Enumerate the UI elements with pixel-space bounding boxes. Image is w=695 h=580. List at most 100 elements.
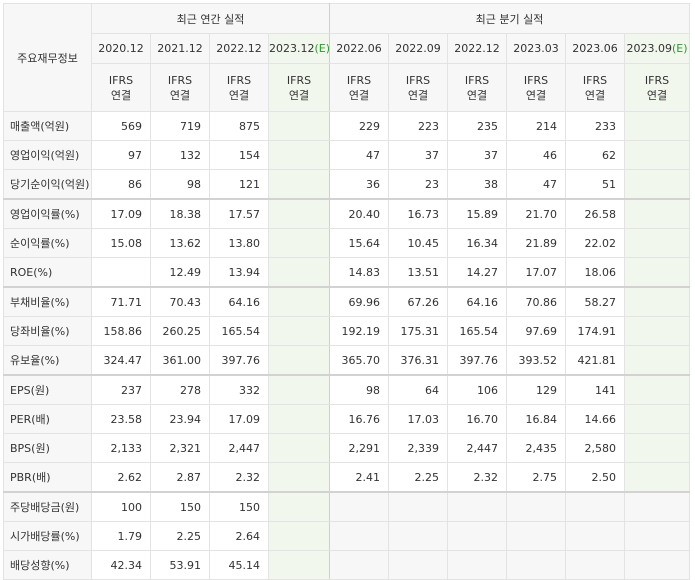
table-row: 주당배당금(원) 100 150 150 [3,491,691,522]
table-row: 배당성향(%) 42.34 53.91 45.14 [3,550,691,580]
quarter-value-cell: 15.64 [329,228,390,258]
quarter-value-cell: 36 [329,169,390,200]
annual-value-cell [267,550,331,580]
quarter-value-cell: 2.41 [329,462,390,493]
annual-value-cell: 2.62 [91,462,151,493]
quarter-value-cell [624,316,691,346]
accounting-standard-header: IFRS 연결 [150,63,210,112]
quarter-value-cell: 393.52 [506,345,567,376]
quarter-value-cell [565,521,626,551]
annual-value-cell: 12.49 [150,257,210,288]
annual-value-cell [267,228,331,258]
accounting-standard-header: IFRS 연결 [565,63,626,112]
annual-value-cell: 2,321 [150,433,210,463]
ifrs-label: IFRS [108,73,134,87]
annual-value-cell [267,462,331,493]
table-row: 매출액(억원) 569 719 875 229 223 235 214 233 [3,111,691,141]
quarter-value-cell: 62 [565,140,626,170]
quarter-value-cell: 14.27 [447,257,508,288]
header-period-row: 2020.12 2021.12 2022.12 2023.12(E) 2022.06 20… [4,33,691,64]
quarter-value-cell: 421.81 [565,345,626,376]
accounting-standard-header: IFRS 연결 [209,63,269,112]
quarter-value-cell: 129 [506,374,567,405]
accounting-standard-header: IFRS 연결 [91,63,151,112]
row-label: 매출액(억원) [3,111,92,141]
ifrs-label: IFRS [644,73,670,87]
table-row: EPS(원) 237 278 332 98 64 106 129 141 [3,374,691,405]
annual-value-cell: 361.00 [150,345,210,376]
row-label: 순이익률(%) [3,228,92,258]
quarter-value-cell [624,433,691,463]
quarter-value-cell: 64.16 [447,286,508,317]
annual-value-cell [267,433,331,463]
annual-value-cell [267,169,331,200]
quarter-value-cell: 2.25 [388,462,449,493]
annual-value-cell: 260.25 [150,316,210,346]
annual-value-cell: 278 [150,374,210,405]
ifrs-label: IFRS [286,73,312,87]
financial-summary-panel: 주요재무정보 최근 연간 실적 최근 분기 실적 2020.12 2021.12 2… [3,3,691,580]
quarter-value-cell: 70.86 [506,286,567,317]
quarter-value-cell: 18.06 [565,257,626,288]
quarter-value-cell: 17.07 [506,257,567,288]
quarter-value-cell: 165.54 [447,316,508,346]
annual-value-cell: 53.91 [150,550,210,580]
quarter-value-cell [624,198,691,229]
annual-value-cell: 324.47 [91,345,151,376]
quarter-value-cell: 21.89 [506,228,567,258]
row-label: 당기순이익(억원) [3,169,92,200]
quarter-value-cell [624,228,691,258]
period-header: 2022.09 [388,33,449,64]
annual-value-cell [267,374,331,405]
accounting-standard-header: IFRS 연결 [624,63,691,112]
financial-rows: 매출액(억원) 569 719 875 229 223 235 214 233 영업이익(억원) 9… [3,111,691,580]
quarter-value-cell: 14.83 [329,257,390,288]
quarter-value-cell [388,521,449,551]
ifrs-label: IFRS [405,73,431,87]
quarter-value-cell: 20.40 [329,198,390,229]
quarter-value-cell: 15.89 [447,198,508,229]
period-header: 2023.09(E) [624,33,691,64]
row-label: PBR(배) [3,462,92,493]
row-label: BPS(원) [3,433,92,463]
quarter-value-cell [624,374,691,405]
accounting-standard-header: IFRS 연결 [267,63,331,112]
quarter-value-cell: 2,580 [565,433,626,463]
ifrs-label: IFRS [582,73,608,87]
quarter-value-cell: 2,435 [506,433,567,463]
quarter-value-cell [624,286,691,317]
quarter-value-cell [447,491,508,522]
quarter-value-cell: 192.19 [329,316,390,346]
consolidated-label: 연결 [110,88,132,102]
quarter-value-cell [624,491,691,522]
table-row: ROE(%) 12.49 13.94 14.83 13.51 14.27 17.07 18.0… [3,257,691,288]
table-row: 유보율(%) 324.47 361.00 397.76 365.70 376.31 397.… [3,345,691,376]
annual-value-cell: 154 [209,140,269,170]
annual-value-cell: 2,447 [209,433,269,463]
accounting-standard-header: IFRS 연결 [329,63,390,112]
annual-value-cell: 719 [150,111,210,141]
quarter-value-cell: 397.76 [447,345,508,376]
quarter-value-cell: 235 [447,111,508,141]
table-row: PER(배) 23.58 23.94 17.09 16.76 17.03 16.70 16.8… [3,404,691,434]
quarter-value-cell: 2.50 [565,462,626,493]
quarter-value-cell: 37 [447,140,508,170]
quarter-value-cell: 175.31 [388,316,449,346]
quarter-value-cell: 376.31 [388,345,449,376]
quarter-value-cell: 16.34 [447,228,508,258]
annual-value-cell: 64.16 [209,286,269,317]
quarter-value-cell [506,550,567,580]
quarter-value-cell: 97.69 [506,316,567,346]
annual-value-cell: 13.94 [209,257,269,288]
accounting-standard-header: IFRS 연결 [506,63,567,112]
quarter-value-cell: 38 [447,169,508,200]
period-label: 2022.09 [395,42,441,55]
quarter-value-cell [624,140,691,170]
period-label: 2020.12 [98,42,144,55]
quarter-value-cell [565,491,626,522]
annual-value-cell: 45.14 [209,550,269,580]
annual-value-cell: 875 [209,111,269,141]
quarter-value-cell: 14.66 [565,404,626,434]
annual-value-cell [267,404,331,434]
annual-value-cell: 2,133 [91,433,151,463]
